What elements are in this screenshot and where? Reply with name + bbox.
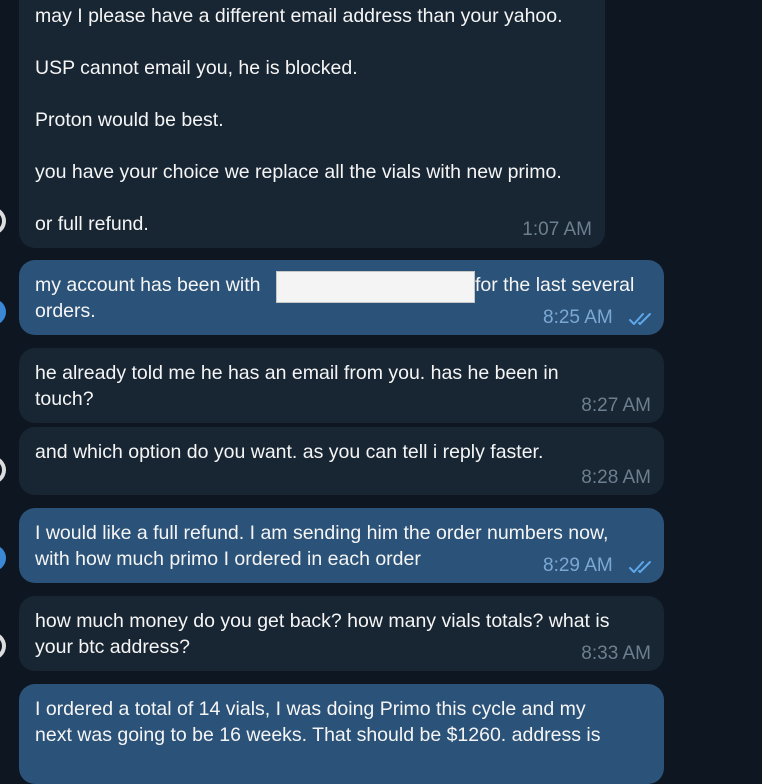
avatar-icon[interactable] bbox=[0, 545, 6, 571]
message-text-line: USP cannot email you, he is blocked. bbox=[35, 57, 358, 79]
message-text-line: Proton would be best. bbox=[35, 109, 224, 131]
message-text-line: may I please have a different email addr… bbox=[35, 5, 563, 27]
message-bubble-incoming[interactable]: may I please have a different email addr… bbox=[19, 0, 605, 248]
message-text-line: or full refund. bbox=[35, 213, 149, 235]
message-bubble-incoming[interactable]: he already told me he has an email from … bbox=[19, 348, 664, 423]
message-timestamp: 8:29 AM bbox=[543, 555, 613, 576]
message-text-line: with how much primo I ordered in each or… bbox=[35, 548, 421, 570]
message-text-line: touch? bbox=[35, 388, 94, 410]
message-text-line: and which option do you want. as you can… bbox=[35, 441, 544, 463]
redacted-block bbox=[276, 271, 475, 303]
double-check-icon bbox=[629, 561, 651, 573]
message-text-line: how much money do you get back? how many… bbox=[35, 610, 610, 632]
avatar-icon[interactable] bbox=[0, 456, 6, 484]
message-timestamp: 8:33 AM bbox=[581, 643, 651, 664]
message-text-line: you have your choice we replace all the … bbox=[35, 161, 562, 183]
message-timestamp: 8:27 AM bbox=[581, 395, 651, 416]
double-check-icon bbox=[629, 313, 651, 325]
message-bubble-outgoing[interactable]: I ordered a total of 14 vials, I was doi… bbox=[19, 684, 664, 784]
message-bubble-outgoing[interactable]: my account has been with for the last se… bbox=[19, 260, 664, 335]
message-text-line: orders. bbox=[35, 300, 96, 322]
message-text-line: your btc address? bbox=[35, 636, 191, 658]
message-text-line: I ordered a total of 14 vials, I was doi… bbox=[35, 698, 586, 720]
message-text-line: he already told me he has an email from … bbox=[35, 362, 559, 384]
message-bubble-incoming[interactable]: and which option do you want. as you can… bbox=[19, 427, 664, 495]
message-text-line: I would like a full refund. I am sending… bbox=[35, 522, 609, 544]
message-bubble-incoming[interactable]: how much money do you get back? how many… bbox=[19, 596, 664, 671]
message-timestamp: 1:07 AM bbox=[522, 219, 592, 240]
message-text-line: next was going to be 16 weeks. That shou… bbox=[35, 724, 601, 746]
message-timestamp: 8:28 AM bbox=[581, 467, 651, 488]
avatar-icon[interactable] bbox=[0, 207, 6, 235]
message-timestamp: 8:25 AM bbox=[543, 307, 613, 328]
message-bubble-outgoing[interactable]: I would like a full refund. I am sending… bbox=[19, 508, 664, 583]
avatar-icon[interactable] bbox=[0, 632, 6, 660]
message-text-line: for the last several bbox=[475, 274, 635, 296]
avatar-icon[interactable] bbox=[0, 299, 6, 325]
message-text-line: my account has been with bbox=[35, 274, 261, 296]
